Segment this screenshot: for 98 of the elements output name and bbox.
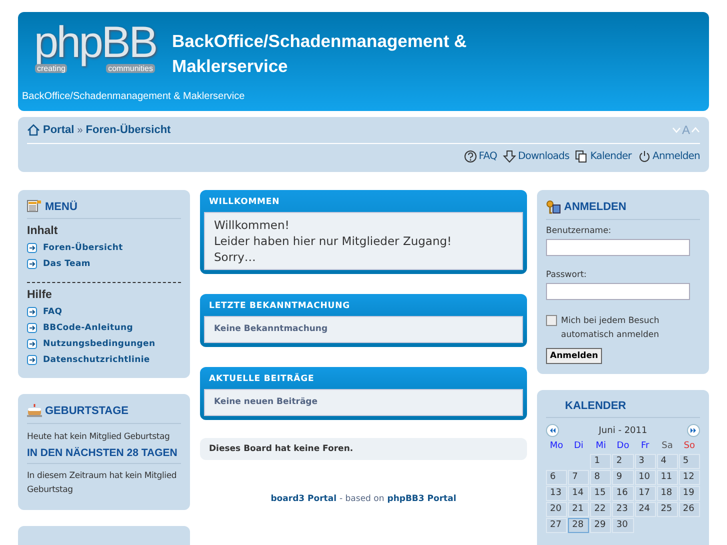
calendar-day[interactable]: 22 xyxy=(590,502,612,517)
arrow-icon xyxy=(27,323,37,333)
download-arrow-icon xyxy=(502,150,516,163)
arrow-icon xyxy=(27,307,37,317)
next-month-icon[interactable] xyxy=(687,424,700,437)
menu-link[interactable]: Datenschutzrichtlinie xyxy=(27,352,181,368)
breadcrumb-separator: » xyxy=(77,124,83,136)
login-link[interactable]: Anmelden xyxy=(638,150,700,163)
cake-icon xyxy=(27,404,42,418)
box-text: Keine neuen Beiträge xyxy=(214,396,319,409)
calendar-link[interactable]: Kalender xyxy=(575,150,632,163)
arrow-icon xyxy=(27,355,37,365)
field-label: Passwort: xyxy=(546,270,588,280)
board-notice: Dieses Board hat keine Foren. xyxy=(200,438,527,460)
footer-link[interactable]: board3 Portal xyxy=(270,494,337,504)
weekday-label: Mo xyxy=(548,440,564,453)
breadcrumb-link[interactable]: Portal xyxy=(43,124,74,136)
calendar-day[interactable]: 3 xyxy=(634,454,656,469)
password-field[interactable] xyxy=(546,283,690,300)
calendar-day[interactable]: 24 xyxy=(634,502,656,517)
arrow-icon xyxy=(27,259,37,269)
power-icon xyxy=(638,150,650,163)
birthday-text: Heute hat kein Mitglied Geburtstag xyxy=(27,431,171,444)
panel-title: KALENDER xyxy=(565,400,626,412)
calendar-day[interactable]: 23 xyxy=(612,502,634,517)
box-text: Keine Bekanntmachung xyxy=(214,323,329,336)
menu-link[interactable]: Nutzungsbedingungen xyxy=(27,336,181,352)
footer-link[interactable]: phpBB3 Portal xyxy=(387,494,456,504)
panel-title: GEBURTSTAGE xyxy=(45,405,129,417)
calendar-day[interactable]: 12 xyxy=(678,470,700,485)
calendar-day[interactable]: 29 xyxy=(590,518,612,533)
previous-month-icon[interactable] xyxy=(546,424,559,437)
menu-icon xyxy=(27,200,42,213)
calendar-day[interactable]: 20 xyxy=(546,502,568,517)
calendar-day[interactable]: 5 xyxy=(678,454,700,469)
menu-link[interactable]: Das Team xyxy=(27,256,181,272)
menu-link[interactable]: BBCode-Anleitung xyxy=(27,320,181,336)
weekday-label: Do xyxy=(616,440,630,453)
arrow-icon xyxy=(27,339,37,349)
home-icon[interactable] xyxy=(27,124,40,136)
calendar-day[interactable]: 7 xyxy=(568,470,590,485)
calendar-day[interactable]: 28 xyxy=(568,518,590,533)
calendar-day[interactable]: 6 xyxy=(546,470,568,485)
field-label: Benutzername: xyxy=(546,226,612,236)
menu-link[interactable]: FAQ xyxy=(27,304,181,320)
breadcrumb-link[interactable]: Foren-Übersicht xyxy=(86,124,171,136)
calendar-day[interactable]: 19 xyxy=(678,486,700,501)
weekday-label: Fr xyxy=(640,440,650,453)
box-text: Sorry… xyxy=(214,249,257,265)
box-title: WILLKOMMEN xyxy=(208,196,281,209)
calendar-day[interactable]: 13 xyxy=(546,486,568,501)
calendar-day[interactable]: 11 xyxy=(656,470,678,485)
calendar-day[interactable]: 1 xyxy=(590,454,612,469)
weekday-label: So xyxy=(682,440,696,453)
checkbox[interactable] xyxy=(546,315,557,326)
calendar-day[interactable]: 30 xyxy=(612,518,634,533)
login-button[interactable]: Anmelden xyxy=(546,348,602,364)
calendar-day[interactable]: 9 xyxy=(612,470,634,485)
menu-link[interactable]: Foren-Übersicht xyxy=(27,240,181,256)
birthday-text: In diesem Zeitraum hat kein Mitglied Geburtstag xyxy=(27,470,178,497)
checkbox-label: Mich bei jedem Besuch automatisch anmelden xyxy=(561,315,660,342)
weekday-label: Mi xyxy=(594,440,607,453)
calendar-day[interactable]: 17 xyxy=(634,486,656,501)
calendar-day[interactable]: 27 xyxy=(546,518,568,533)
box-text: Leider haben hier nur Mitglieder Zugang! xyxy=(214,233,453,249)
panel-title: MENÜ xyxy=(45,200,78,212)
calendar-month: Juni - 2011 xyxy=(598,426,648,436)
box-title: AKTUELLE BEITRÄGE xyxy=(208,372,316,386)
menu-heading: Inhalt xyxy=(27,225,59,237)
calendar-day[interactable]: 26 xyxy=(678,502,700,517)
calendar-day[interactable]: 2 xyxy=(612,454,634,469)
calendar-day[interactable]: 18 xyxy=(656,486,678,501)
calendar-day[interactable]: 25 xyxy=(656,502,678,517)
calendar-day[interactable]: 21 xyxy=(568,502,590,517)
weekday-label: Di xyxy=(572,440,584,453)
keys-icon xyxy=(546,200,561,214)
calendar-day[interactable]: 14 xyxy=(568,486,590,501)
calendar-day[interactable]: 15 xyxy=(590,486,612,501)
help-icon xyxy=(464,150,477,163)
calendar-day[interactable]: 10 xyxy=(634,470,656,485)
box-title: LETZTE BEKANNTMACHUNG xyxy=(208,300,352,313)
box-text: Willkommen! xyxy=(214,217,290,233)
menu-heading: Hilfe xyxy=(27,289,53,301)
faq-link[interactable]: FAQ xyxy=(464,150,497,163)
downloads-link[interactable]: Downloads xyxy=(502,150,570,163)
calendar-day[interactable]: 8 xyxy=(590,470,612,485)
site-description: BackOffice/Schadenmanagement & Maklerservice xyxy=(22,90,245,104)
arrow-icon xyxy=(27,243,37,253)
username-field[interactable] xyxy=(546,239,690,256)
section-title: IN DEN NÄCHSTEN 28 TAGEN xyxy=(27,447,181,464)
panel-title: ANMELDEN xyxy=(564,201,626,213)
calendar-day[interactable]: 4 xyxy=(656,454,678,469)
calendar-day[interactable]: 16 xyxy=(612,486,634,501)
pages-icon xyxy=(575,150,588,163)
weekday-label: Sa xyxy=(660,440,674,453)
footer-text: - based on xyxy=(340,494,384,504)
site-title: BackOffice/Schadenmanagement & Maklerservice xyxy=(172,30,468,78)
font-size-label: A xyxy=(682,123,690,137)
